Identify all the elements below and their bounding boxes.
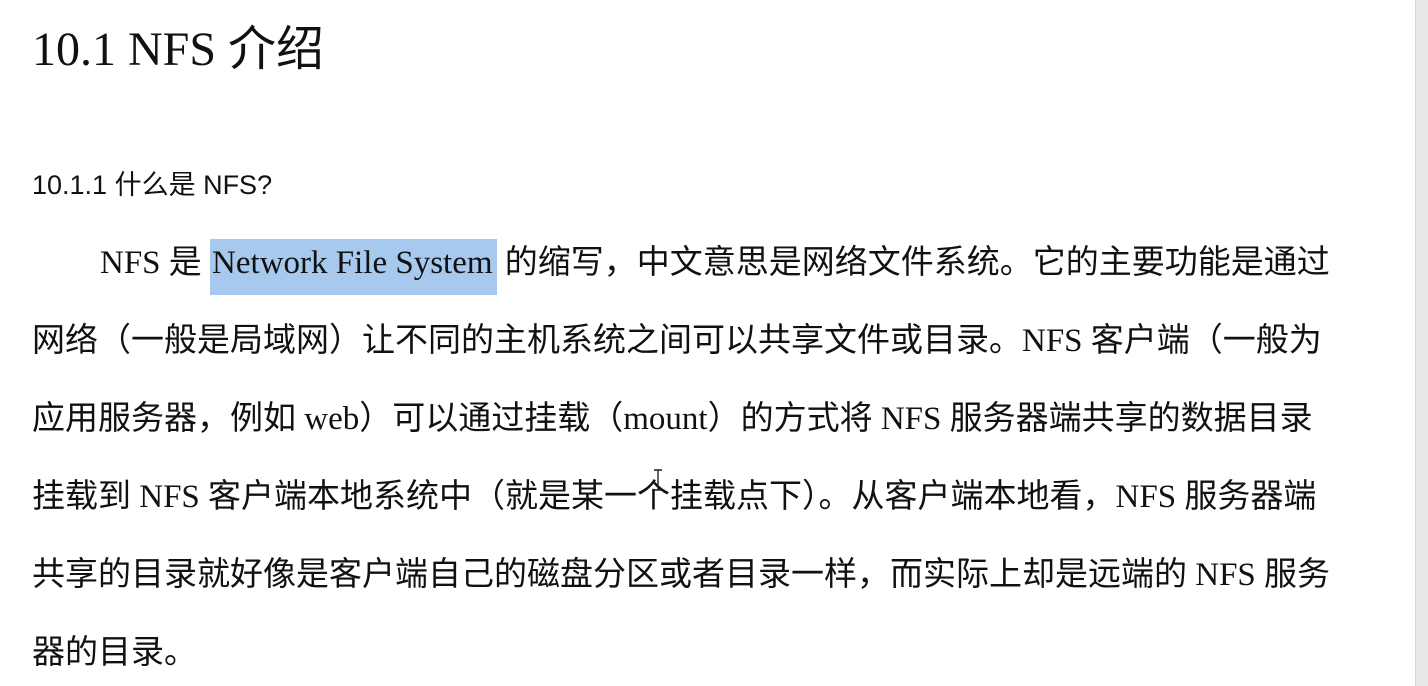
paragraph-line-4: 挂载到 NFS 客户端本地系统中（就是某一个挂载点下）。从客户端本地看，NFS … (32, 479, 1317, 515)
text-cursor-icon (654, 469, 662, 491)
selected-text-highlight[interactable]: Network File System (210, 239, 497, 295)
document-page: 10.1 NFS 介绍 10.1.1 什么是 NFS? NFS 是 Networ… (0, 0, 1428, 686)
line-1-tail-text: 的缩写，中文意思是网络文件系统。它的主要功能是通过 (496, 245, 1330, 281)
paragraph-line-2: 网络（一般是局域网）让不同的主机系统之间可以共享文件或目录。NFS 客户端（一般… (32, 323, 1322, 359)
paragraph-line-5: 共享的目录就好像是客户端自己的磁盘分区或者目录一样，而实际上却是远端的 NFS … (32, 557, 1331, 593)
section-title: 10.1.1 什么是 NFS? (32, 170, 273, 200)
paragraph-line-1: NFS 是 Network File System 的缩写，中文意思是网络文件系… (32, 232, 1400, 310)
line-1-lead-text: NFS 是 (100, 245, 211, 281)
body-paragraph: NFS 是 Network File System 的缩写，中文意思是网络文件系… (32, 232, 1400, 686)
paragraph-line-3: 应用服务器，例如 web）可以通过挂载（mount）的方式将 NFS 服务器端共… (32, 401, 1313, 437)
paragraph-line-6: 器的目录。 (32, 635, 197, 671)
page-title: 10.1 NFS 介绍 (32, 23, 325, 76)
window-right-edge (1415, 0, 1428, 686)
